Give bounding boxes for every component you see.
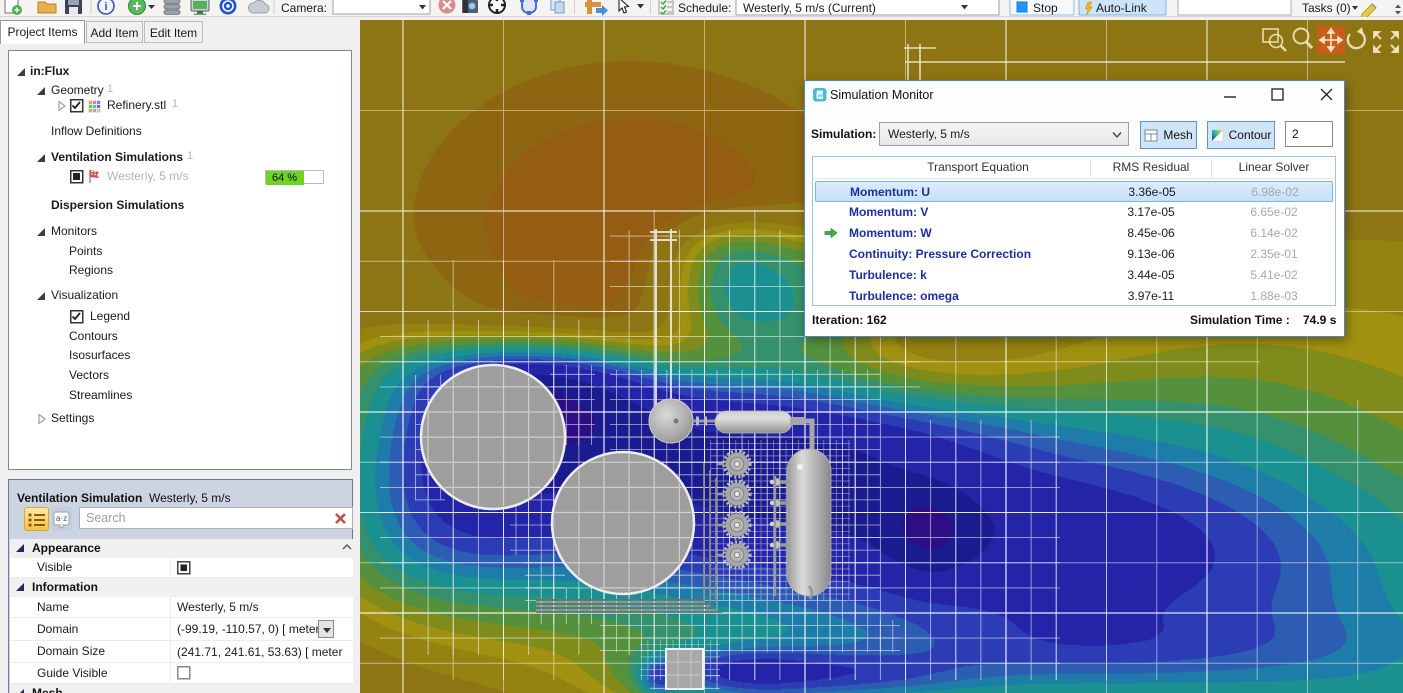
- svg-text:i: i: [104, 1, 107, 13]
- svg-text:a·z: a·z: [56, 514, 67, 523]
- svg-text:Camera:: Camera:: [281, 1, 327, 15]
- svg-text:Auto-Link: Auto-Link: [1096, 1, 1148, 15]
- svg-text:Westerly, 5 m/s (Current): Westerly, 5 m/s (Current): [743, 1, 876, 15]
- svg-text:Tasks (0): Tasks (0): [1302, 1, 1351, 15]
- svg-text:Stop: Stop: [1033, 1, 1058, 15]
- svg-text:Schedule:: Schedule:: [678, 1, 731, 15]
